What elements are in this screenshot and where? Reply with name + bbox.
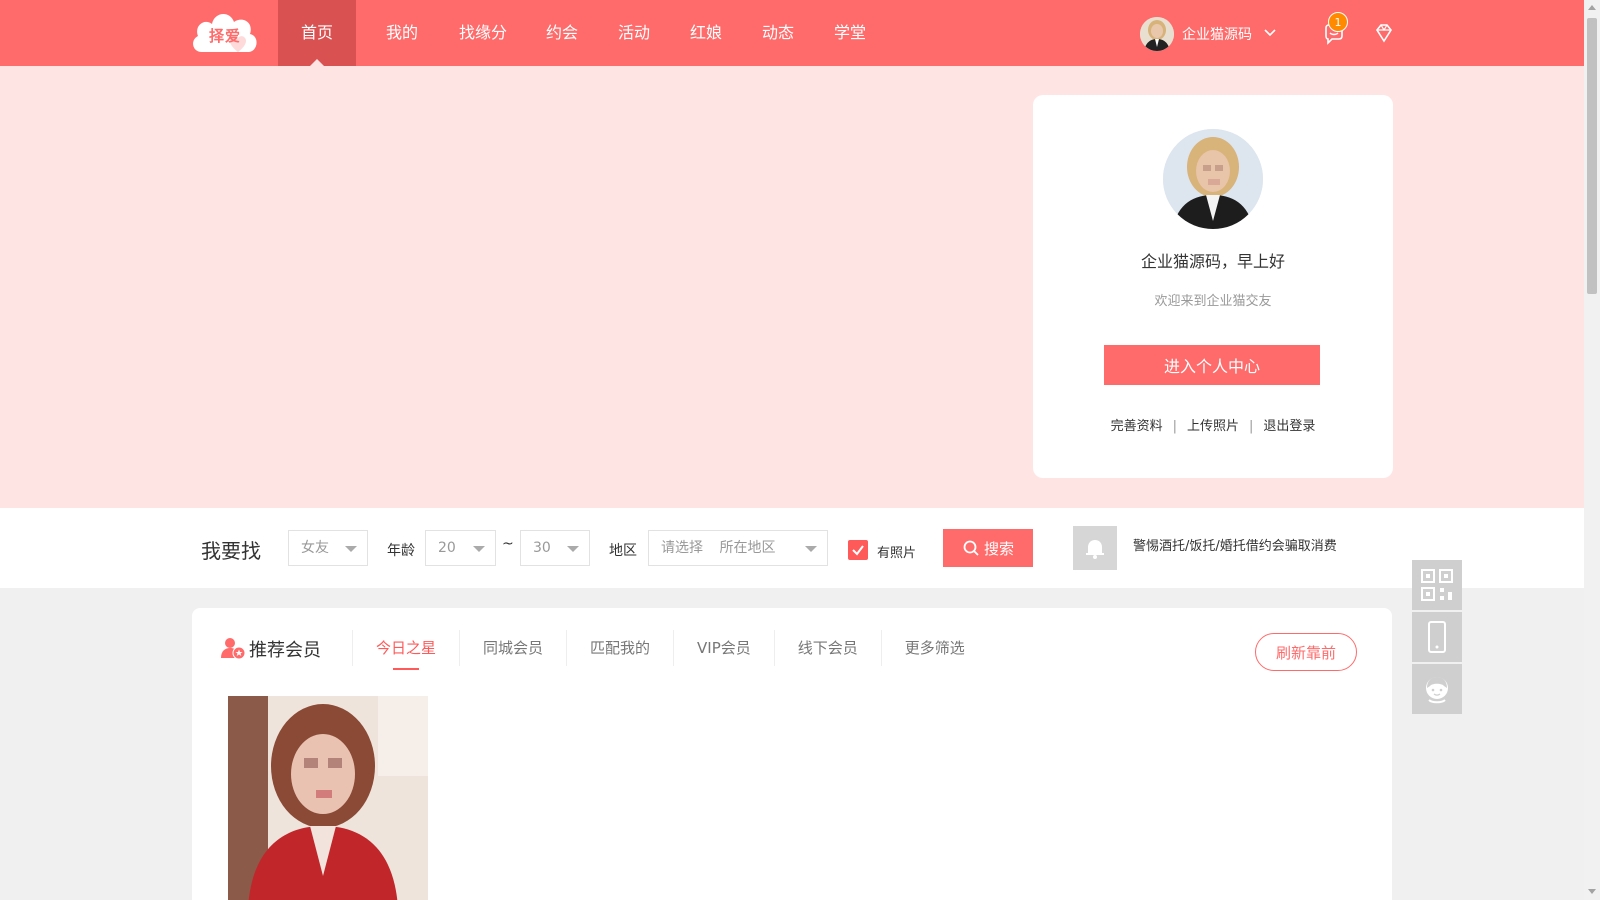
dropdown-arrow-icon xyxy=(345,546,357,552)
link-separator: | xyxy=(1172,419,1177,434)
personal-center-button[interactable]: 进入个人中心 xyxy=(1104,345,1320,385)
scroll-up-icon[interactable] xyxy=(1588,5,1596,10)
region-select[interactable]: 请选择 所在地区 xyxy=(648,530,828,566)
avatar-portrait-icon xyxy=(1140,17,1174,51)
hero-banner: 企业猫源码，早上好 欢迎来到企业猫交友 进入个人中心 完善资料 | 上传照片 | 退出登… xyxy=(0,66,1584,508)
nav-item-find-match[interactable]: 找缘分 xyxy=(448,0,518,66)
profile-avatar[interactable] xyxy=(1163,129,1263,229)
has-photo-checkbox[interactable] xyxy=(848,540,868,560)
nav-item-label: 动态 xyxy=(761,23,794,42)
nav-item-label: 首页 xyxy=(300,23,333,42)
customer-service-button[interactable] xyxy=(1412,664,1462,714)
notice-bell xyxy=(1073,526,1117,570)
has-photo-label[interactable]: 有照片 xyxy=(877,542,916,561)
age-max-value: 30 xyxy=(533,540,551,556)
refresh-button[interactable]: 刷新靠前 xyxy=(1255,633,1357,671)
checkmark-icon xyxy=(852,545,864,556)
profile-card: 企业猫源码，早上好 欢迎来到企业猫交友 进入个人中心 完善资料 | 上传照片 | 退出登… xyxy=(1033,95,1393,478)
age-min-value: 20 xyxy=(438,540,456,556)
nav-item-dating[interactable]: 约会 xyxy=(532,0,592,66)
customer-service-icon xyxy=(1426,677,1448,704)
tab-more-filters[interactable]: 更多筛选 xyxy=(880,630,988,666)
region-placeholder-2: 所在地区 xyxy=(719,540,776,556)
message-badge: 1 xyxy=(1328,12,1348,32)
nav-item-label: 红娘 xyxy=(689,23,722,42)
region-label: 地区 xyxy=(609,543,637,559)
nav-item-label: 约会 xyxy=(545,23,578,42)
safety-warning: 警惕酒托/饭托/婚托借约会骗取消费 xyxy=(1133,539,1337,554)
nav-item-label: 找缘分 xyxy=(458,23,507,42)
dropdown-arrow-icon xyxy=(567,546,579,552)
scroll-down-icon[interactable] xyxy=(1588,889,1596,894)
bell-icon xyxy=(1086,540,1104,559)
qrcode-icon xyxy=(1421,569,1453,601)
nav-item-activities[interactable]: 活动 xyxy=(604,0,664,66)
nav-item-home[interactable]: 首页 xyxy=(278,0,356,66)
search-icon xyxy=(963,540,979,556)
scroll-thumb[interactable] xyxy=(1587,18,1597,294)
tab-match-me[interactable]: 匹配我的 xyxy=(566,630,673,666)
nav-item-label: 我的 xyxy=(385,23,418,42)
dropdown-arrow-icon xyxy=(473,546,485,552)
chevron-down-icon[interactable] xyxy=(1262,24,1278,40)
search-bar: 我要找 女友 年龄 20 ~ 30 地区 请选择 所在地区 有照片 搜索 警惕酒… xyxy=(0,508,1584,588)
nav-active-caret xyxy=(310,59,324,66)
profile-links: 完善资料 | 上传照片 | 退出登录 xyxy=(1033,415,1393,434)
site-logo[interactable]: 择爱 xyxy=(190,8,260,58)
user-avatar[interactable] xyxy=(1140,17,1174,51)
diamond-icon[interactable] xyxy=(1370,20,1398,48)
avatar-portrait-icon xyxy=(1163,129,1263,229)
user-name[interactable]: 企业猫源码 xyxy=(1182,24,1252,44)
top-navbar: 择爱 首页 我的 找缘分 约会 活动 红娘 动态 学堂 企业猫源码 1 xyxy=(0,0,1584,66)
nav-item-label: 学堂 xyxy=(833,23,866,42)
age-min-select[interactable]: 20 xyxy=(425,530,496,566)
member-portrait-image xyxy=(228,696,428,900)
search-button[interactable]: 搜索 xyxy=(943,529,1033,567)
member-card-photo[interactable] xyxy=(228,696,428,900)
page-scrollbar[interactable] xyxy=(1584,0,1600,900)
logout-link[interactable]: 退出登录 xyxy=(1263,419,1315,434)
tab-offline-members[interactable]: 线下会员 xyxy=(773,630,881,666)
user-star-icon xyxy=(221,638,246,660)
floating-toolbar xyxy=(1412,560,1462,716)
search-title: 我要找 xyxy=(201,539,261,563)
nav-item-school[interactable]: 学堂 xyxy=(820,0,880,66)
welcome-text: 欢迎来到企业猫交友 xyxy=(1154,294,1272,309)
greeting-text: 企业猫源码，早上好 xyxy=(1140,252,1285,271)
tab-vip-members[interactable]: VIP会员 xyxy=(673,630,774,666)
mobile-app-button[interactable] xyxy=(1412,612,1462,662)
age-label: 年龄 xyxy=(387,543,415,559)
members-tabs: 今日之星 同城会员 匹配我的 VIP会员 线下会员 更多筛选 xyxy=(352,630,988,672)
nav-item-label: 活动 xyxy=(617,23,650,42)
members-title: 推荐会员 xyxy=(249,640,321,661)
nav-item-feed[interactable]: 动态 xyxy=(748,0,808,66)
tab-same-city[interactable]: 同城会员 xyxy=(459,630,566,666)
gender-select-value: 女友 xyxy=(301,540,329,556)
logo-text: 择爱 xyxy=(208,26,241,45)
tab-today-star[interactable]: 今日之星 xyxy=(352,630,459,670)
phone-icon xyxy=(1428,621,1446,653)
upload-photo-link[interactable]: 上传照片 xyxy=(1187,419,1239,434)
recommended-members-panel: 推荐会员 今日之星 同城会员 匹配我的 VIP会员 线下会员 更多筛选 刷新靠前 xyxy=(192,608,1392,900)
nav-item-mine[interactable]: 我的 xyxy=(372,0,432,66)
region-placeholder-1: 请选择 xyxy=(661,540,703,556)
age-range-tilde: ~ xyxy=(502,536,514,552)
link-separator: | xyxy=(1249,419,1254,434)
qrcode-button[interactable] xyxy=(1412,560,1462,610)
nav-item-matchmaker[interactable]: 红娘 xyxy=(676,0,736,66)
dropdown-arrow-icon xyxy=(805,546,817,552)
search-button-label: 搜索 xyxy=(983,539,1014,558)
complete-profile-link[interactable]: 完善资料 xyxy=(1111,419,1163,434)
age-max-select[interactable]: 30 xyxy=(520,530,590,566)
gender-select[interactable]: 女友 xyxy=(288,530,368,566)
